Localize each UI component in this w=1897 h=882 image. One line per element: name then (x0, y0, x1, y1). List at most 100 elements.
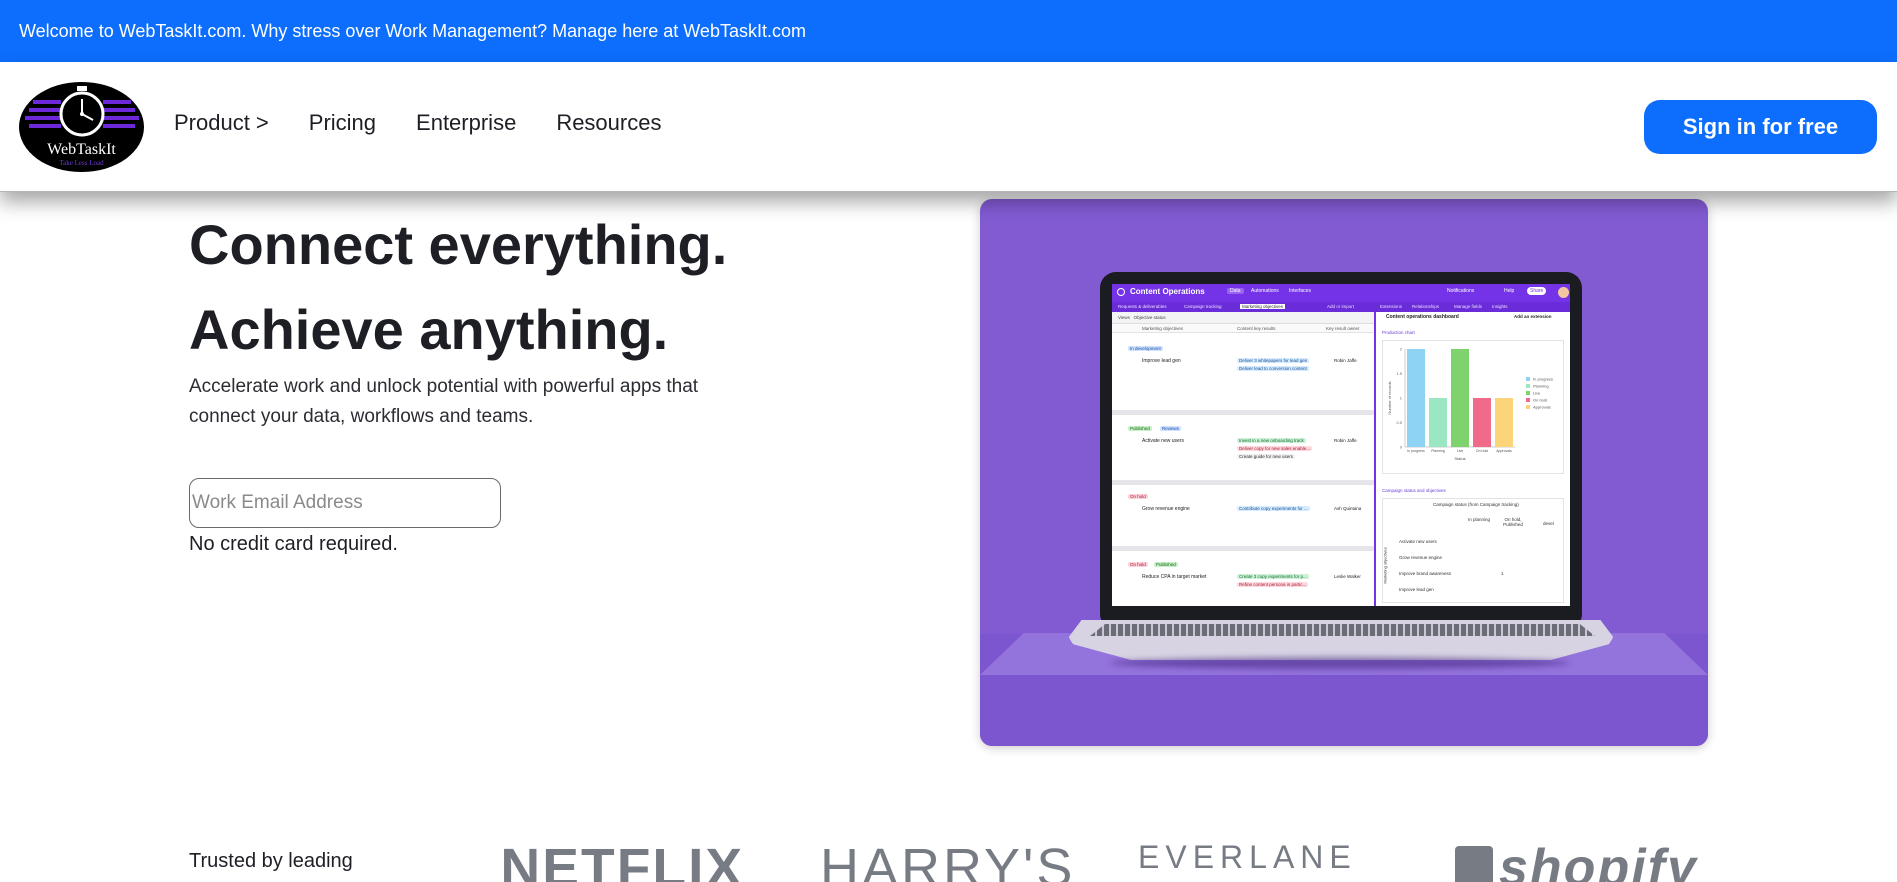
sign-in-button[interactable]: Sign in for free (1644, 100, 1877, 154)
no-credit-card-note: No credit card required. (189, 533, 398, 555)
col-objectives: Marketing objectives (1142, 326, 1184, 331)
hero-title-line-2: Achieve anything. (189, 298, 669, 361)
table-label: Campaign status and objectives (1382, 488, 1446, 493)
result-pill: Deliver copy for new sales enable... (1237, 446, 1313, 451)
chart-bar (1407, 349, 1425, 447)
chart-legend-label: On hold (1533, 398, 1547, 403)
chart-y-tick-label: 1 (1400, 396, 1403, 401)
nav-pricing[interactable]: Pricing (309, 110, 376, 136)
panel-title: Content operations dashboard (1386, 314, 1459, 320)
row-label: Improve lead gen (1142, 358, 1181, 364)
result-pill: Invest in a new onboarding track (1237, 438, 1306, 443)
main-navbar: WebTaskIt Take Less Load Product > Prici… (0, 62, 1897, 192)
subtab-objectives: Marketing objectives (1240, 304, 1286, 309)
status-pill: In development (1128, 346, 1163, 351)
result-pill: Create guide for new users (1237, 454, 1296, 459)
hero-subtitle: Accelerate work and unlock potential wit… (189, 376, 699, 427)
campaign-status-table: Campaign status (from Campaign tracking)… (1382, 498, 1564, 603)
app-tab-data: Data (1227, 288, 1244, 294)
bar-chart-svg: 0 0.5 1 1.5 2 In progress Planning Live On hold A… (1387, 347, 1553, 462)
nav-links: Product > Pricing Enterprise Resources (174, 110, 661, 136)
table-row: Activate new users (1399, 539, 1437, 544)
subtab-extensions: Extensions (1380, 304, 1403, 309)
announcement-text: Welcome to WebTaskIt.com. Why stress ove… (19, 20, 806, 41)
shopify-wordmark: shopify (1499, 839, 1698, 882)
row-label: Activate new users (1142, 438, 1184, 444)
production-chart: 0 0.5 1 1.5 2 In progress Planning Live On hold A… (1382, 340, 1564, 474)
table-col: devel (1543, 521, 1554, 526)
logo-tagline: Take Less Load (59, 159, 104, 167)
panel-action: Add an extension (1514, 314, 1552, 319)
subtab-add: Add or import (1327, 304, 1355, 309)
grid-column-header: Marketing objectives Content key results… (1112, 324, 1374, 333)
col-results: Content key results (1237, 326, 1276, 331)
chart-bar (1473, 398, 1491, 447)
shopify-bag-icon (1455, 846, 1493, 882)
nav-resources[interactable]: Resources (556, 110, 661, 136)
chart-x-tick-label: In progress (1407, 449, 1425, 453)
stopwatch-logo-icon (25, 86, 139, 137)
chart-y-tick-label: 1.5 (1396, 371, 1402, 376)
subtab-campaign: Campaign tracking (1184, 304, 1222, 309)
work-email-input[interactable] (189, 478, 501, 528)
chart-legend-swatch (1526, 398, 1530, 402)
grid-toolbar: Views Objective status (1112, 312, 1374, 324)
app-header: Content Operations Data Automations Inte… (1112, 284, 1570, 302)
hero-title-line-1: Connect everything. (189, 213, 728, 276)
chart-legend-swatch (1526, 384, 1530, 388)
app-tab-automations: Automations (1251, 288, 1279, 294)
logo-wordmark: WebTaskIt (47, 141, 116, 158)
status-pill: Reviews (1160, 426, 1182, 431)
laptop-shadow (1110, 657, 1570, 669)
table-cell-value: 1 (1501, 571, 1504, 576)
chart-legend-swatch (1526, 405, 1530, 409)
chart-y-tick-label: 2 (1400, 347, 1403, 352)
chart-x-tick-label: On hold (1476, 449, 1488, 453)
app-logo-icon (1117, 288, 1125, 296)
chart-legend-label: Approvals (1533, 405, 1551, 410)
harrys-logo: HARRY'S (820, 838, 1078, 882)
chart-y-tick-label: 0 (1400, 445, 1403, 450)
webtaskit-logo[interactable]: WebTaskIt Take Less Load (19, 82, 144, 172)
laptop-screen: Content Operations Data Automations Inte… (1112, 284, 1570, 606)
result-pill: Contribute copy experiments for ... (1237, 506, 1310, 511)
dashboard-side-panel: Content operations dashboard Add an exte… (1376, 312, 1570, 606)
subtab-requests: Requests & deliverables (1118, 304, 1167, 309)
subtab-fields: Manage fields (1454, 304, 1483, 309)
chart-label: Production chart (1382, 330, 1415, 335)
table-col: In planning (1467, 517, 1491, 522)
announcement-bar: Welcome to WebTaskIt.com. Why stress ove… (0, 0, 1897, 62)
netflix-logo: NETFLIX (500, 838, 764, 882)
shopify-logo: shopify (1455, 838, 1708, 882)
table-col: On hold, Published (1503, 517, 1523, 527)
group-divider (1112, 546, 1374, 551)
group-divider (1112, 410, 1374, 415)
subtab-relationships: Relationships (1412, 304, 1440, 309)
table-row: Improve brand awareness (1399, 571, 1452, 576)
table-axis-label: Marketing objectives (1382, 547, 1388, 584)
laptop-keyboard (1090, 624, 1595, 636)
table-title: Campaign status (from Campaign tracking) (1433, 502, 1519, 507)
chart-bar (1451, 349, 1469, 447)
table-row: Improve lead gen (1399, 587, 1434, 592)
nav-enterprise[interactable]: Enterprise (416, 110, 516, 136)
col-owner: Key result owner (1326, 326, 1360, 331)
result-pill: Create 3 copy experiments for p... (1237, 574, 1309, 579)
row-label: Grow revenue engine (1142, 506, 1190, 512)
chart-legend-label: Planning (1533, 384, 1549, 389)
result-pill: Refine content persona in partic... (1237, 582, 1309, 587)
app-title: Content Operations (1130, 287, 1205, 296)
trusted-by-label: Trusted by leading (189, 850, 353, 872)
product-screenshot-laptop: Content Operations Data Automations Inte… (980, 199, 1708, 746)
chart-x-tick-label: Planning (1431, 449, 1445, 453)
result-pill: Deliver lead to conversion content (1237, 366, 1309, 371)
nav-product[interactable]: Product > (174, 110, 269, 136)
chart-bar (1429, 398, 1447, 447)
owner-label: Robin Jaffe (1334, 358, 1357, 363)
table-row: Grow revenue engine (1399, 555, 1443, 560)
status-pill: On hold (1128, 494, 1148, 499)
app-share: Share (1527, 287, 1547, 295)
status-pill: Published (1154, 562, 1178, 567)
owner-label: Robin Jaffe (1334, 438, 1357, 443)
app-notifications: Notifications (1447, 288, 1475, 294)
